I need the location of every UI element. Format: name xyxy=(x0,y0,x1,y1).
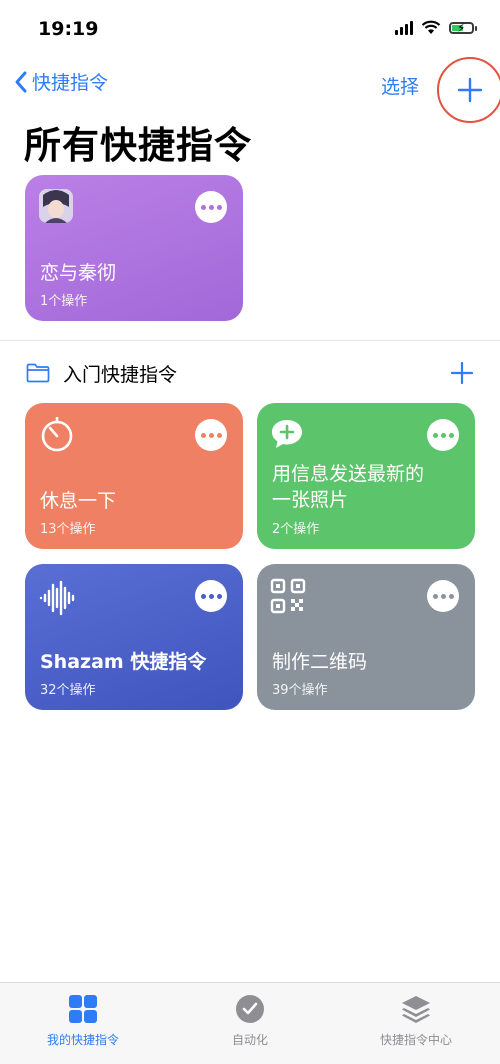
folder-label: 入门快捷指令 xyxy=(63,364,178,386)
status-icons: ⚡ xyxy=(395,20,477,35)
shortcut-card[interactable]: 恋与秦彻 1个操作 xyxy=(25,175,243,321)
shortcut-card[interactable]: 用信息发送最新的 一张照片 2个操作 xyxy=(257,403,475,549)
folder-add-icon[interactable] xyxy=(450,361,474,385)
back-button-label: 快捷指令 xyxy=(32,72,109,94)
status-time: 19:19 xyxy=(38,18,99,40)
tab-automation[interactable]: 自动化 xyxy=(167,993,333,1048)
shortcut-card[interactable]: Shazam 快捷指令 32个操作 xyxy=(25,564,243,710)
card-subtitle: 2个操作 xyxy=(272,522,320,537)
layers-icon xyxy=(402,996,430,1023)
card-title: 休息一下 xyxy=(40,490,117,512)
highlight-circle xyxy=(437,57,500,123)
cellular-signal-icon xyxy=(395,20,413,35)
card-subtitle: 1个操作 xyxy=(40,294,88,309)
more-button[interactable] xyxy=(427,580,459,612)
divider xyxy=(0,340,500,341)
battery-icon: ⚡ xyxy=(449,21,477,35)
select-button[interactable]: 选择 xyxy=(381,72,419,99)
card-subtitle: 13个操作 xyxy=(40,522,96,537)
card-title: 制作二维码 xyxy=(272,651,368,673)
card-title: 用信息发送最新的 一张照片 xyxy=(272,463,425,511)
tab-my-shortcuts[interactable]: 我的快捷指令 xyxy=(0,993,166,1048)
more-button[interactable] xyxy=(195,191,227,223)
more-button[interactable] xyxy=(195,419,227,451)
back-button[interactable]: 快捷指令 xyxy=(14,68,108,95)
shortcut-card[interactable]: 休息一下 13个操作 xyxy=(25,403,243,549)
add-shortcut-button[interactable] xyxy=(437,57,500,123)
tab-bar: 我的快捷指令 自动化 快捷指令中心 xyxy=(0,982,500,1064)
more-button[interactable] xyxy=(427,419,459,451)
clock-check-icon xyxy=(236,995,264,1023)
grid-icon xyxy=(69,995,97,1023)
folder-icon xyxy=(26,363,50,383)
tab-label: 快捷指令中心 xyxy=(379,1033,452,1047)
shortcut-card[interactable]: 制作二维码 39个操作 xyxy=(257,564,475,710)
status-bar: 19:19 ⚡ xyxy=(0,0,500,60)
page-title: 所有快捷指令 xyxy=(24,124,252,167)
timer-icon xyxy=(41,417,73,452)
tab-label: 我的快捷指令 xyxy=(46,1033,119,1047)
card-title: 恋与秦彻 xyxy=(40,262,117,284)
folder-header[interactable]: 入门快捷指令 xyxy=(0,355,500,391)
qr-code-icon xyxy=(270,578,306,614)
card-subtitle: 32个操作 xyxy=(40,683,96,698)
more-button[interactable] xyxy=(195,580,227,612)
tab-gallery[interactable]: 快捷指令中心 xyxy=(333,993,499,1048)
card-subtitle: 39个操作 xyxy=(272,683,328,698)
tab-label: 自动化 xyxy=(231,1033,268,1047)
chevron-left-icon xyxy=(15,71,27,92)
waveform-icon xyxy=(39,580,75,616)
navigation-bar: 快捷指令 选择 xyxy=(0,62,500,106)
card-title: Shazam 快捷指令 xyxy=(40,651,207,673)
avatar xyxy=(39,189,73,223)
wifi-icon xyxy=(421,20,441,34)
message-plus-icon xyxy=(272,420,302,448)
